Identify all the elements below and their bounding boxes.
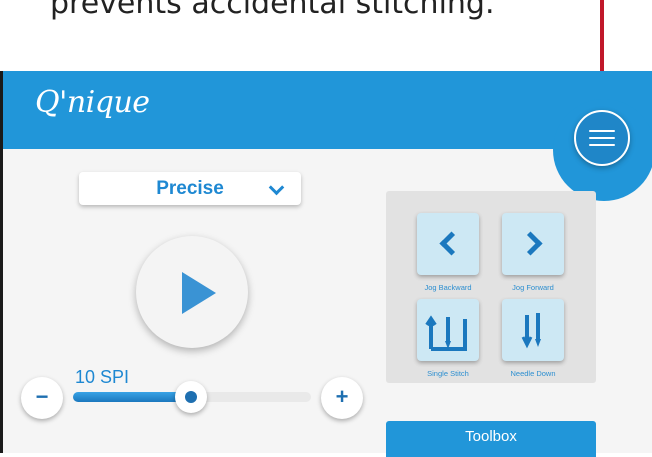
toolbox-button[interactable]: Toolbox xyxy=(386,421,596,457)
hamburger-menu-button[interactable] xyxy=(574,110,630,166)
increase-spi-button[interactable]: + xyxy=(321,377,363,419)
instruction-caption: prevents accidental stitching. xyxy=(50,0,495,21)
qnique-logo: Q'nique xyxy=(35,85,150,120)
chevron-right-icon xyxy=(518,231,543,256)
needle-down-icon xyxy=(521,313,541,349)
spi-label: 10 SPI xyxy=(75,367,130,387)
needle-down-label: Needle Down xyxy=(510,369,556,378)
spi-slider-thumb[interactable] xyxy=(175,381,207,413)
jog-backward-button[interactable] xyxy=(417,213,479,275)
stitch-mode-value: Precise xyxy=(156,178,224,199)
annotation-arrow-line xyxy=(600,0,604,80)
jog-forward-button[interactable] xyxy=(502,213,564,275)
hamburger-menu-icon xyxy=(589,130,615,132)
jog-panel: Jog Backward Jog Forward Single Stitch N… xyxy=(386,191,596,383)
stitch-mode-select[interactable]: Precise xyxy=(79,172,301,205)
jog-backward-label: Jog Backward xyxy=(424,283,472,292)
single-stitch-label: Single Stitch xyxy=(427,369,469,378)
needle-down-button[interactable] xyxy=(502,299,564,361)
single-stitch-button[interactable] xyxy=(417,299,479,361)
single-stitch-icon xyxy=(425,315,467,351)
app-window: Q'nique Precise 10 SPI − + Jog Backward … xyxy=(0,71,652,457)
chevron-left-icon xyxy=(439,231,464,256)
play-icon xyxy=(182,272,216,314)
jog-forward-label: Jog Forward xyxy=(512,283,554,292)
play-button[interactable] xyxy=(136,236,248,348)
decrease-spi-button[interactable]: − xyxy=(21,377,63,419)
